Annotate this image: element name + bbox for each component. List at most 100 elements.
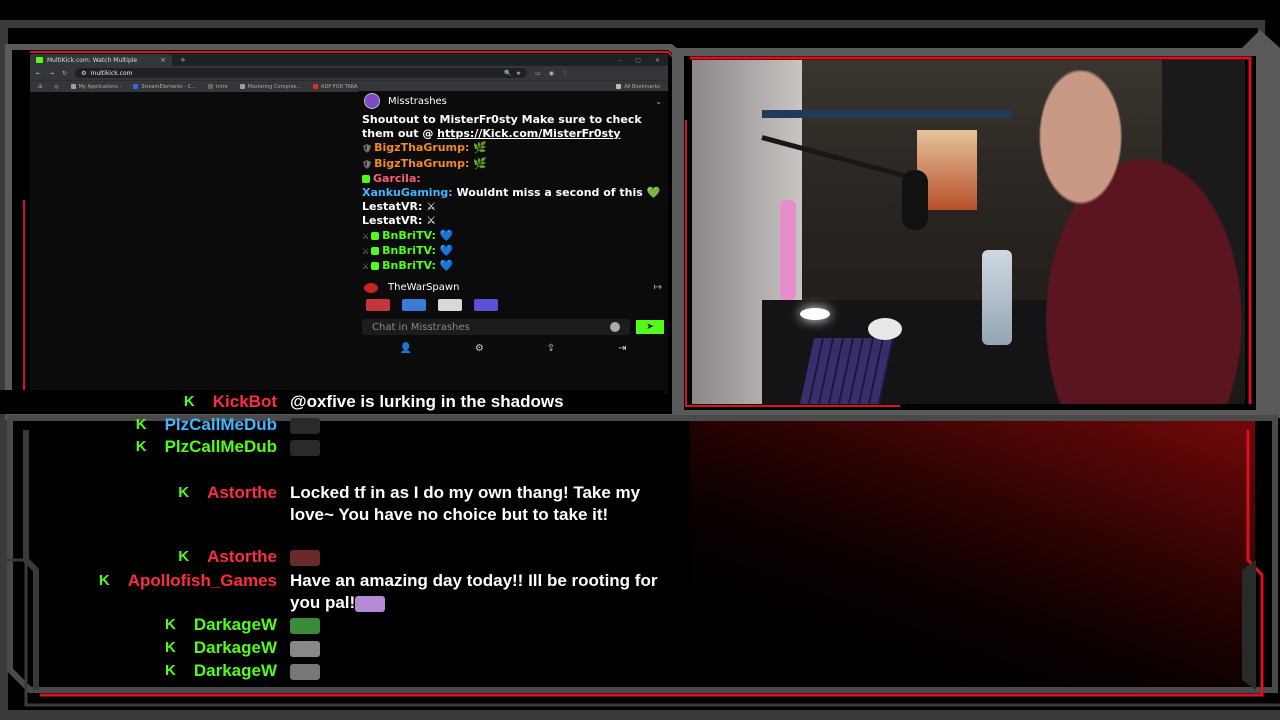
- chat-username[interactable]: LestatVR:: [362, 214, 422, 227]
- star-icon[interactable]: ★: [516, 70, 521, 77]
- webcam-lamp: [800, 308, 830, 320]
- webcam-streamer: [992, 70, 1245, 404]
- sync-icon[interactable]: ◎: [54, 84, 58, 90]
- menu-icon[interactable]: ⋮: [562, 70, 568, 77]
- kick-logo-icon: K: [178, 548, 190, 565]
- chat-message: ⚔ BnBriTV: 💙: [362, 259, 664, 274]
- chat-username[interactable]: BnBriTV:: [382, 229, 436, 242]
- badge-icon: ⚔: [362, 231, 370, 241]
- exit-icon[interactable]: ↦: [654, 282, 662, 293]
- overlay-message: @oxfive is lurking in the shadows: [290, 391, 564, 413]
- channel-name[interactable]: Misstrashes: [388, 96, 447, 107]
- chat-username[interactable]: XankuGaming:: [362, 186, 453, 199]
- overlay-message-text: @oxfive is lurking in the shadows: [290, 392, 564, 411]
- tab-title: MultiKick.com: Watch Multiple: [47, 56, 138, 64]
- overlay-name-block: K Astorthe: [0, 482, 277, 504]
- emote[interactable]: [402, 299, 426, 312]
- exit-icon[interactable]: ⇥: [618, 343, 626, 354]
- chat-emote: [290, 549, 320, 566]
- browser-window: MultiKick.com: Watch Multiple × + – ▢ ✕ …: [30, 54, 668, 394]
- url-field[interactable]: ⚙ multikick.com 🔍 ★: [75, 68, 528, 78]
- tab-close-icon[interactable]: ×: [160, 56, 166, 64]
- overlay-name-block: K DarkageW: [0, 637, 277, 659]
- overlay-username: DarkageW: [193, 661, 277, 680]
- badge-icon: ⚔: [362, 246, 370, 256]
- apps-icon[interactable]: ⊞: [38, 84, 42, 90]
- chat-username[interactable]: BnBriTV:: [382, 259, 436, 272]
- chevron-down-icon[interactable]: ⌄: [655, 97, 662, 106]
- gear-icon[interactable]: ⚙: [475, 343, 484, 354]
- chat-username[interactable]: Garcila:: [373, 172, 421, 185]
- tab-bar: MultiKick.com: Watch Multiple × + – ▢ ✕: [30, 54, 668, 66]
- overlay-name-block: K PlzCallMeDub: [0, 436, 277, 458]
- overlay-username: KickBot: [212, 392, 277, 411]
- emoji-icon[interactable]: [610, 322, 620, 333]
- overlay-chat-row: K DarkageW: [0, 660, 320, 682]
- emote[interactable]: [366, 299, 390, 312]
- chat-emote: [290, 417, 320, 434]
- overlay-message-text: Have an amazing day today!! Ill be rooti…: [290, 571, 658, 612]
- message-text: ⚔: [426, 214, 437, 228]
- overlay-username: DarkageW: [193, 615, 277, 634]
- overlay-name-block: K DarkageW: [0, 614, 277, 636]
- chat-username[interactable]: BigzThaGrump:: [374, 157, 469, 170]
- webcam-mouse: [868, 318, 902, 340]
- kick-favicon: [36, 57, 43, 63]
- maximize-icon[interactable]: ▢: [635, 57, 641, 64]
- kick-logo-icon: K: [165, 616, 176, 633]
- subscriber-badge-icon: [371, 246, 380, 255]
- pinned-username[interactable]: TheWarSpawn: [388, 282, 459, 293]
- add-user-icon[interactable]: 👤: [399, 343, 411, 354]
- chat-emote: [290, 439, 320, 456]
- bookmark-item[interactable]: Mastering Compres...: [239, 83, 302, 90]
- minimize-icon[interactable]: –: [618, 57, 621, 64]
- chat-link[interactable]: https://Kick.com/MisterFr0sty: [437, 127, 620, 140]
- bookmark-icon: [133, 84, 139, 89]
- chat-input[interactable]: Chat in Misstrashes: [362, 319, 630, 336]
- url-text: multikick.com: [90, 69, 133, 77]
- new-tab-button[interactable]: +: [180, 56, 186, 64]
- bookmark-icon: [239, 84, 245, 89]
- all-bookmarks-button[interactable]: All Bookmarks: [616, 84, 660, 90]
- chat-message: LestatVR: ⚔: [362, 214, 664, 228]
- bookmark-item[interactable]: StreamElements - C...: [133, 84, 196, 90]
- bookmark-item[interactable]: Intro: [208, 84, 228, 90]
- share-icon[interactable]: ⇪: [547, 343, 555, 354]
- overlay-name-block: K DarkageW: [0, 660, 277, 682]
- bookmark-label: ADP FOR TARA: [321, 83, 358, 90]
- all-bookmarks-label: All Bookmarks: [624, 83, 660, 90]
- chat-message: 🛡 BigzThaGrump: 🌿: [362, 141, 664, 156]
- overlay-name-block: K PlzCallMeDub: [0, 414, 277, 436]
- webcam-microphone: [902, 170, 928, 230]
- chat-username[interactable]: LestatVR:: [362, 200, 422, 213]
- overlay-name-block: K Astorthe: [0, 546, 277, 568]
- message-text: 💙: [439, 228, 454, 242]
- extensions-icon[interactable]: ◉: [549, 70, 554, 77]
- emote[interactable]: [438, 299, 462, 312]
- chat-emote: [290, 617, 320, 634]
- forward-icon[interactable]: →: [49, 70, 54, 77]
- chat-input-placeholder: Chat in Misstrashes: [372, 321, 470, 333]
- bookmark-item[interactable]: My Applications -: [70, 84, 121, 90]
- channel-avatar[interactable]: [364, 93, 380, 109]
- emote[interactable]: [474, 299, 498, 312]
- reload-icon[interactable]: ↻: [62, 70, 67, 77]
- site-info-icon[interactable]: ⚙: [81, 70, 86, 77]
- message-text: 🌿: [473, 141, 487, 155]
- badge-icon: ⚔: [362, 262, 370, 272]
- chat-header: Misstrashes ⌄: [358, 91, 668, 111]
- bookmark-label: Mastering Compres...: [247, 83, 302, 90]
- webcam-feed: [692, 60, 1245, 404]
- chat-username[interactable]: BnBriTV:: [382, 244, 436, 257]
- cast-icon[interactable]: ▭: [535, 70, 541, 77]
- zoom-icon[interactable]: 🔍: [504, 70, 511, 77]
- browser-tab[interactable]: MultiKick.com: Watch Multiple ×: [30, 54, 172, 66]
- close-window-icon[interactable]: ✕: [655, 57, 660, 64]
- back-icon[interactable]: ←: [36, 70, 41, 77]
- overlay-username: PlzCallMeDub: [164, 415, 277, 434]
- bookmark-item[interactable]: ADP FOR TARA: [313, 84, 358, 90]
- user-avatar[interactable]: [364, 282, 378, 293]
- badge-icon: 🛡: [362, 144, 373, 154]
- chat-username[interactable]: BigzThaGrump:: [374, 141, 469, 154]
- send-button[interactable]: ➤: [636, 320, 664, 335]
